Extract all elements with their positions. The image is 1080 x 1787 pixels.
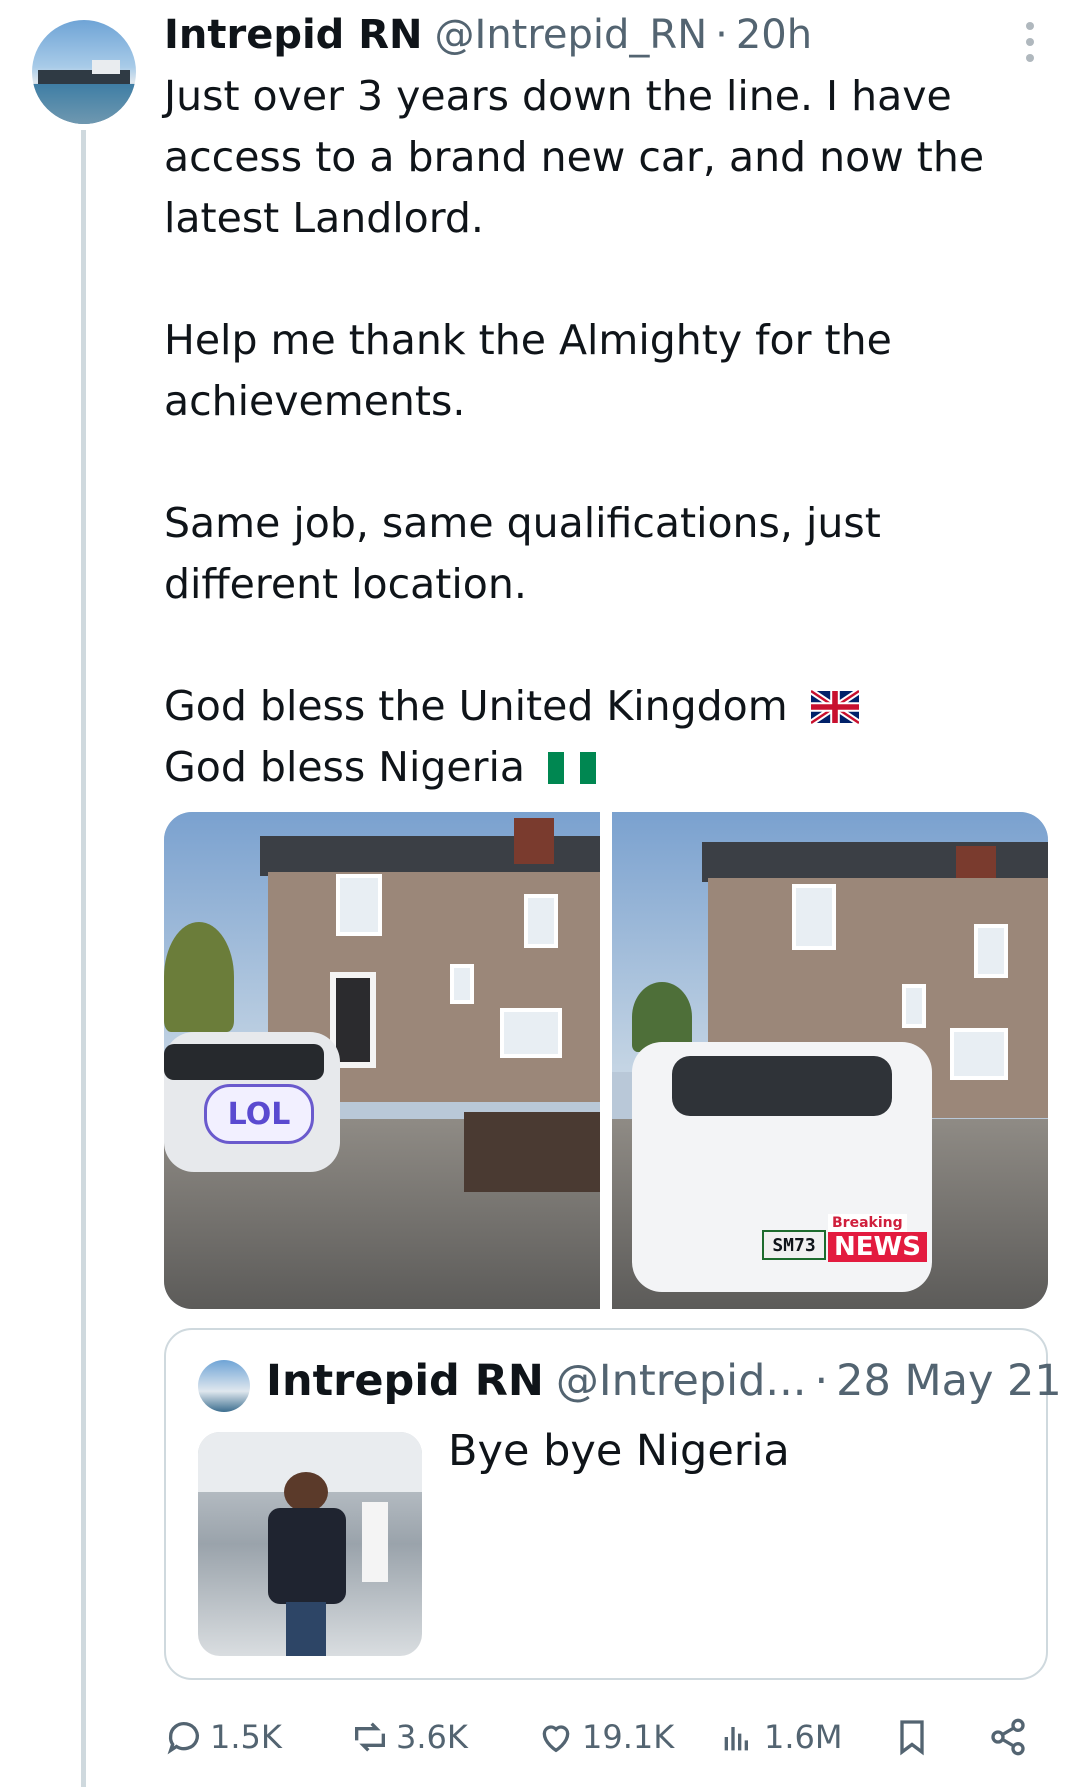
tweet-paragraph: Help me thank the Almighty for the achie… [164, 316, 892, 425]
tweet-text: Just over 3 years down the line. I have … [164, 66, 1044, 798]
media-photo-house-car-rear[interactable]: LOL [164, 812, 600, 1309]
reply-button[interactable]: 1.5K [164, 1712, 282, 1762]
tweet-paragraph: God bless the United Kingdom [164, 682, 788, 730]
photo-window [974, 924, 1008, 978]
photo-car-window [164, 1044, 324, 1080]
thread-line [81, 130, 86, 1787]
photo-window [450, 964, 474, 1004]
quoted-text: Bye bye Nigeria [448, 1426, 790, 1476]
share-icon [991, 1718, 1025, 1756]
photo-window [524, 894, 558, 948]
more-dot [1026, 22, 1034, 30]
photo-window [336, 874, 382, 936]
tweet-time[interactable]: 20h [736, 12, 812, 58]
quoted-media-thumbnail [198, 1432, 422, 1656]
quoted-separator: · [814, 1356, 829, 1406]
reply-count: 1.5K [210, 1718, 282, 1756]
quoted-tweet-header: Intrepid RN @Intrepid... · 28 May 21 [266, 1356, 1062, 1406]
thumb-person-head [284, 1472, 328, 1512]
bookmark-button[interactable] [892, 1712, 938, 1762]
tweet-paragraph: Just over 3 years down the line. I have … [164, 72, 985, 242]
views-button[interactable]: 1.6M [718, 1712, 843, 1762]
more-dot [1026, 38, 1034, 46]
author-name[interactable]: Intrepid RN [164, 12, 423, 58]
quoted-tweet[interactable]: Intrepid RN @Intrepid... · 28 May 21 Bye… [164, 1328, 1062, 1680]
photo-fence [464, 1112, 600, 1192]
header-separator: · [715, 12, 728, 58]
thumb-person-body [268, 1508, 346, 1604]
lol-sticker: LOL [204, 1084, 314, 1144]
thumb-background-person [362, 1502, 388, 1582]
more-dot [1026, 54, 1034, 62]
photo-roof [702, 842, 1048, 882]
nigeria-flag-icon [548, 752, 597, 784]
repost-icon [355, 1722, 385, 1752]
tweet-media: LOL SM73 Breaking NEWS [164, 812, 1048, 1309]
number-plate: SM73 [762, 1230, 826, 1260]
avatar-building [92, 60, 120, 74]
avatar-sea [32, 84, 136, 124]
share-button[interactable] [988, 1712, 1034, 1762]
author-avatar[interactable] [32, 20, 136, 124]
author-handle[interactable]: @Intrepid_RN [435, 12, 708, 58]
photo-window [500, 1008, 562, 1058]
tweet-line-ng: God bless Nigeria [164, 737, 1044, 798]
breaking-label: Breaking [828, 1214, 907, 1232]
bookmark-icon [900, 1720, 924, 1756]
quoted-author-avatar [198, 1360, 250, 1412]
photo-window [792, 884, 836, 950]
uk-flag-icon [810, 690, 859, 724]
tweet-line-uk: God bless the United Kingdom [164, 676, 1044, 737]
tweet-paragraph: God bless Nigeria [164, 743, 525, 791]
views-icon [724, 1727, 748, 1751]
action-bar: 1.5K 3.6K 19.1K 1.6M [164, 1712, 1048, 1762]
quoted-author-name: Intrepid RN [266, 1356, 544, 1406]
photo-window [950, 1028, 1008, 1080]
tweet-paragraph: Same job, same qualifications, just diff… [164, 499, 881, 608]
like-icon [542, 1725, 570, 1753]
quoted-author-handle: @Intrepid... [555, 1356, 807, 1406]
like-count: 19.1K [582, 1718, 675, 1756]
photo-tree [164, 922, 234, 1032]
reply-icon [167, 1722, 199, 1755]
quoted-date: 28 May 21 [836, 1356, 1062, 1406]
more-icon[interactable] [1015, 22, 1045, 62]
repost-button[interactable]: 3.6K [350, 1712, 468, 1762]
repost-count: 3.6K [396, 1718, 468, 1756]
like-button[interactable]: 19.1K [536, 1712, 674, 1762]
photo-window [902, 984, 926, 1028]
tweet-header: Intrepid RN @Intrepid_RN · 20h [164, 12, 812, 62]
breaking-news-badge: Breaking NEWS [828, 1212, 927, 1262]
photo-car-windshield [672, 1056, 892, 1116]
thumb-person-legs [286, 1602, 326, 1656]
photo-chimney [514, 818, 554, 864]
news-label: NEWS [828, 1232, 927, 1262]
views-count: 1.6M [764, 1718, 843, 1756]
media-photo-house-car-front[interactable]: SM73 Breaking NEWS [612, 812, 1048, 1309]
